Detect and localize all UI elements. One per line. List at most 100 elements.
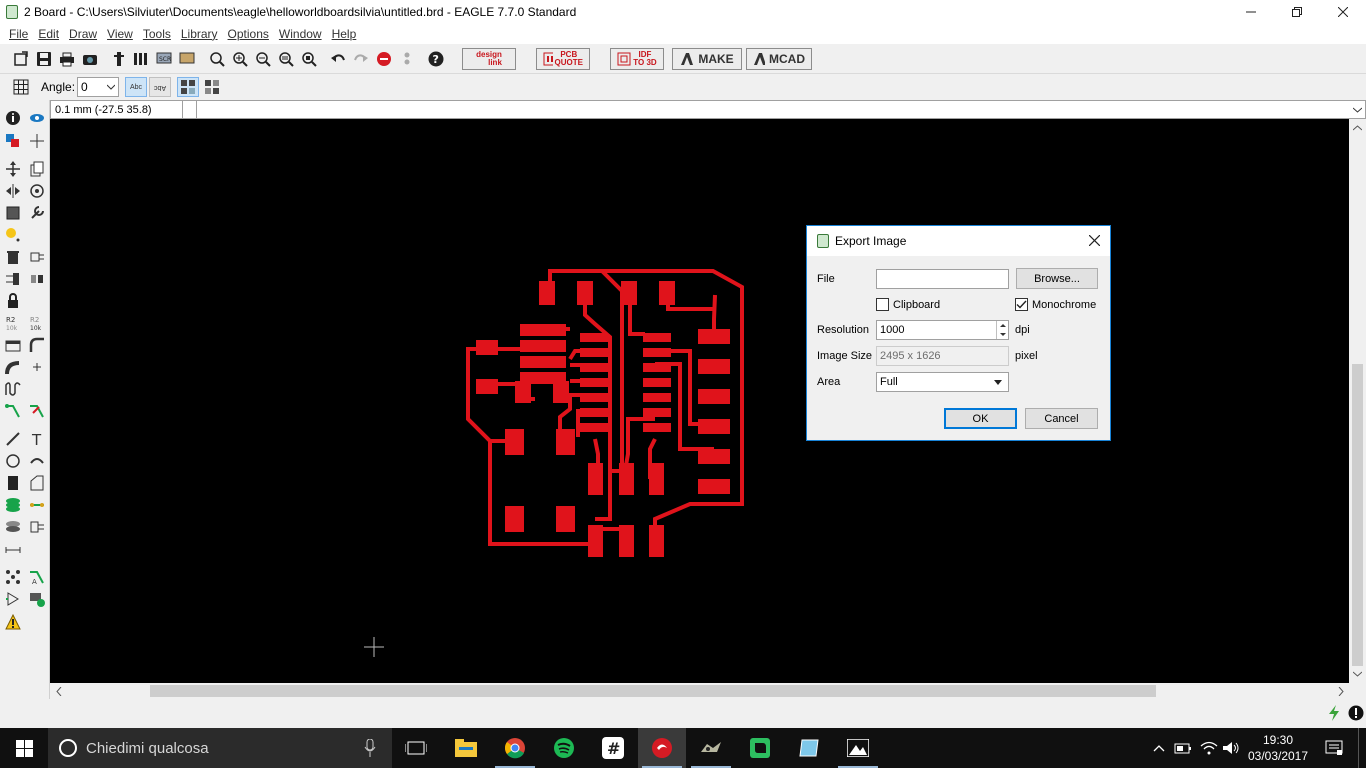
replace-icon[interactable] bbox=[27, 269, 47, 289]
run-icon[interactable] bbox=[177, 48, 199, 70]
mark-icon[interactable] bbox=[27, 131, 47, 151]
blank-icon-4[interactable] bbox=[27, 540, 47, 560]
lock-icon[interactable] bbox=[3, 291, 23, 311]
menu-options[interactable]: Options bbox=[223, 27, 274, 41]
switch-to-schematic-icon[interactable] bbox=[108, 48, 130, 70]
text-orientation-upright-button[interactable]: Abc bbox=[125, 77, 148, 97]
print-icon[interactable] bbox=[56, 48, 78, 70]
cancel-button[interactable]: Cancel bbox=[1025, 408, 1098, 429]
spin-up-icon[interactable] bbox=[997, 321, 1009, 330]
chevron-down-icon[interactable] bbox=[1349, 667, 1366, 681]
taskbar-search-box[interactable]: Chiedimi qualcosa bbox=[48, 728, 392, 768]
file-explorer-icon[interactable] bbox=[442, 728, 490, 768]
menu-library[interactable]: Library bbox=[176, 27, 223, 41]
menu-window[interactable]: Window bbox=[274, 27, 327, 41]
browse-button[interactable]: Browse... bbox=[1016, 268, 1098, 289]
script-icon[interactable]: SCR bbox=[154, 48, 176, 70]
arc-icon[interactable] bbox=[27, 451, 47, 471]
display-layers-icon[interactable] bbox=[3, 131, 23, 151]
blank-icon[interactable] bbox=[27, 225, 47, 245]
battery-icon[interactable] bbox=[1172, 728, 1194, 768]
mirror-icon[interactable] bbox=[3, 181, 23, 201]
ok-button[interactable]: OK bbox=[944, 408, 1017, 429]
dimension-icon[interactable] bbox=[3, 540, 23, 560]
change-icon[interactable] bbox=[27, 203, 47, 223]
text-orientation-spin-button[interactable]: Abc bbox=[149, 77, 172, 97]
show-hidden-icons-icon[interactable] bbox=[1150, 728, 1168, 768]
spotify-icon[interactable] bbox=[540, 728, 588, 768]
hole-icon[interactable] bbox=[3, 517, 23, 537]
menu-help[interactable]: Help bbox=[327, 27, 362, 41]
menu-tools[interactable]: Tools bbox=[138, 27, 176, 41]
mcad-button[interactable]: MCAD bbox=[746, 47, 812, 70]
split-icon[interactable] bbox=[3, 357, 23, 377]
menu-edit[interactable]: Edit bbox=[33, 27, 64, 41]
zoom-redraw-icon[interactable] bbox=[275, 48, 297, 70]
angle-select[interactable]: 0 bbox=[77, 77, 120, 97]
move-icon[interactable] bbox=[3, 159, 23, 179]
volume-icon[interactable] bbox=[1220, 728, 1242, 768]
idf-to-3d-button[interactable]: IDF TO 3D bbox=[610, 47, 664, 70]
wifi-icon[interactable] bbox=[1198, 728, 1220, 768]
ulp-icon[interactable] bbox=[131, 48, 153, 70]
redo-icon[interactable] bbox=[350, 48, 372, 70]
cam-processor-icon[interactable] bbox=[79, 48, 101, 70]
action-center-icon[interactable] bbox=[1318, 728, 1350, 768]
pcb-quote-button[interactable]: PCB QUOTE bbox=[536, 47, 590, 70]
erc-icon[interactable] bbox=[3, 589, 23, 609]
chrome-icon[interactable] bbox=[491, 728, 539, 768]
ripup-icon[interactable] bbox=[27, 401, 47, 421]
menu-draw[interactable]: Draw bbox=[64, 27, 102, 41]
menu-view[interactable]: View bbox=[102, 27, 138, 41]
value-icon[interactable]: R2 10k bbox=[27, 313, 47, 333]
delete-icon[interactable] bbox=[3, 247, 23, 267]
clipboard-checkbox[interactable] bbox=[876, 298, 889, 311]
attribute-icon[interactable] bbox=[27, 517, 47, 537]
blank-icon-2[interactable] bbox=[27, 291, 47, 311]
circle-icon[interactable] bbox=[3, 451, 23, 471]
group-icon[interactable] bbox=[3, 203, 23, 223]
fritzing-icon[interactable] bbox=[687, 728, 735, 768]
evernote-icon[interactable] bbox=[736, 728, 784, 768]
horizontal-scroll-thumb[interactable] bbox=[150, 685, 1156, 697]
copy-icon[interactable] bbox=[27, 159, 47, 179]
vertical-scrollbar[interactable] bbox=[1349, 119, 1366, 683]
microphone-icon[interactable] bbox=[364, 739, 376, 757]
rotate-icon[interactable] bbox=[27, 181, 47, 201]
chevron-left-icon[interactable] bbox=[52, 683, 66, 699]
taskbar-clock[interactable]: 19:30 03/03/2017 bbox=[1246, 732, 1310, 764]
go-icon[interactable] bbox=[396, 48, 418, 70]
meander-icon[interactable] bbox=[3, 379, 23, 399]
horizontal-scrollbar[interactable] bbox=[50, 683, 1349, 699]
start-button[interactable] bbox=[0, 728, 48, 768]
resolution-spinbox[interactable]: 1000 bbox=[876, 320, 1009, 340]
errors-warning-icon[interactable] bbox=[3, 612, 23, 632]
menu-file[interactable]: File bbox=[4, 27, 33, 41]
smash-icon[interactable] bbox=[3, 335, 23, 355]
layer-view-1-button[interactable] bbox=[177, 77, 200, 97]
add-icon[interactable] bbox=[27, 247, 47, 267]
slack-icon[interactable]: # bbox=[589, 728, 637, 768]
drc-icon[interactable] bbox=[27, 589, 47, 609]
show-desktop-button[interactable] bbox=[1358, 728, 1366, 768]
file-input[interactable] bbox=[876, 269, 1009, 289]
ratsnest-icon[interactable] bbox=[3, 567, 23, 587]
close-icon[interactable] bbox=[1320, 0, 1366, 24]
grid-icon[interactable] bbox=[10, 76, 32, 98]
chevron-up-icon[interactable] bbox=[1349, 121, 1366, 135]
spin-down-icon[interactable] bbox=[997, 330, 1009, 339]
zoom-to-fit-icon[interactable] bbox=[206, 48, 228, 70]
via-icon[interactable] bbox=[3, 495, 23, 515]
zoom-select-icon[interactable] bbox=[298, 48, 320, 70]
open-icon[interactable] bbox=[10, 48, 32, 70]
save-icon[interactable] bbox=[33, 48, 55, 70]
paste-icon[interactable] bbox=[3, 225, 23, 245]
zoom-out-icon[interactable] bbox=[252, 48, 274, 70]
name-icon[interactable]: R2 10k bbox=[3, 313, 23, 333]
auto-router-icon[interactable]: A bbox=[27, 567, 47, 587]
miter-icon[interactable] bbox=[27, 335, 47, 355]
optimize-icon[interactable] bbox=[27, 357, 47, 377]
chevron-right-icon[interactable] bbox=[1334, 683, 1348, 699]
make-button[interactable]: MAKE bbox=[672, 47, 742, 70]
board-canvas[interactable] bbox=[50, 119, 1349, 683]
